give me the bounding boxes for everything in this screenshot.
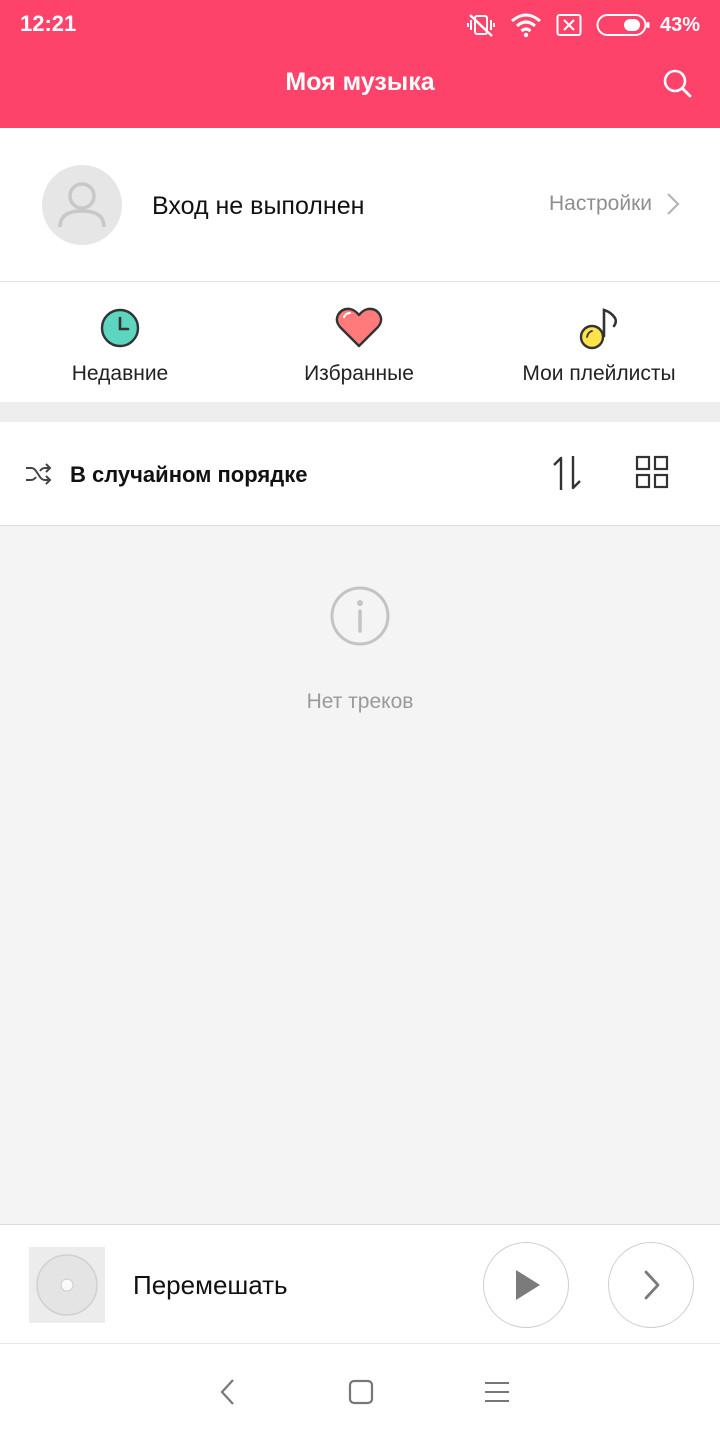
heart-icon — [335, 307, 383, 348]
album-cover[interactable] — [29, 1247, 105, 1323]
avatar[interactable] — [42, 165, 122, 245]
shortcut-label: Избранные — [304, 362, 414, 385]
search-icon — [663, 69, 692, 98]
sort-button[interactable] — [546, 452, 588, 494]
shortcut-favorites[interactable]: Избранные — [240, 282, 478, 402]
login-status[interactable]: Вход не выполнен — [152, 192, 364, 221]
play-icon — [516, 1270, 540, 1300]
chevron-right-icon — [644, 1270, 660, 1300]
user-icon — [58, 182, 106, 228]
settings-link[interactable]: Настройки — [549, 192, 680, 216]
status-time: 12:21 — [20, 11, 77, 36]
info-icon — [330, 586, 390, 646]
home-icon[interactable] — [345, 1376, 377, 1408]
no-sim-icon — [556, 14, 582, 36]
battery-icon — [596, 14, 650, 36]
shuffle-icon[interactable] — [24, 460, 52, 488]
status-icons: 43% — [466, 10, 700, 40]
wifi-icon — [510, 13, 541, 38]
profile-row[interactable]: Вход не выполнен Настройки — [0, 128, 720, 282]
shuffle-play-button[interactable]: В случайном порядке — [70, 462, 307, 488]
app-header: Моя музыка — [0, 50, 720, 128]
track-list-empty: Нет треков — [0, 526, 720, 1224]
shortcut-playlists[interactable]: Мои плейлисты — [478, 282, 720, 402]
next-button[interactable] — [608, 1242, 694, 1328]
search-button[interactable] — [660, 66, 696, 102]
chevron-right-icon — [667, 193, 680, 215]
shortcut-recent[interactable]: Недавние — [0, 282, 240, 402]
empty-message: Нет треков — [306, 690, 414, 713]
page-title: Моя музыка — [285, 68, 435, 96]
shortcut-label: Мои плейлисты — [522, 362, 676, 385]
section-divider — [0, 402, 720, 422]
track-title[interactable]: Перемешать — [133, 1270, 288, 1301]
clock-icon — [100, 308, 140, 348]
system-nav-bar — [0, 1344, 720, 1440]
shortcuts: Недавние Избранные Мои плейлисты — [0, 282, 720, 402]
shortcut-label: Недавние — [71, 362, 169, 385]
play-button[interactable] — [483, 1242, 569, 1328]
grid-icon — [635, 455, 669, 489]
grid-view-button[interactable] — [634, 454, 670, 490]
mini-player[interactable]: Перемешать — [0, 1224, 720, 1344]
status-bar: 12:21 43% — [0, 0, 720, 50]
menu-icon[interactable] — [481, 1376, 513, 1408]
disc-icon — [36, 1254, 98, 1316]
battery-percent: 43% — [659, 13, 700, 36]
sort-icon — [553, 456, 581, 490]
vibrate-off-icon — [466, 14, 495, 37]
tracks-toolbar: В случайном порядке — [0, 422, 720, 526]
back-icon[interactable] — [212, 1376, 244, 1408]
settings-label: Настройки — [549, 192, 652, 215]
music-note-icon — [579, 308, 618, 350]
